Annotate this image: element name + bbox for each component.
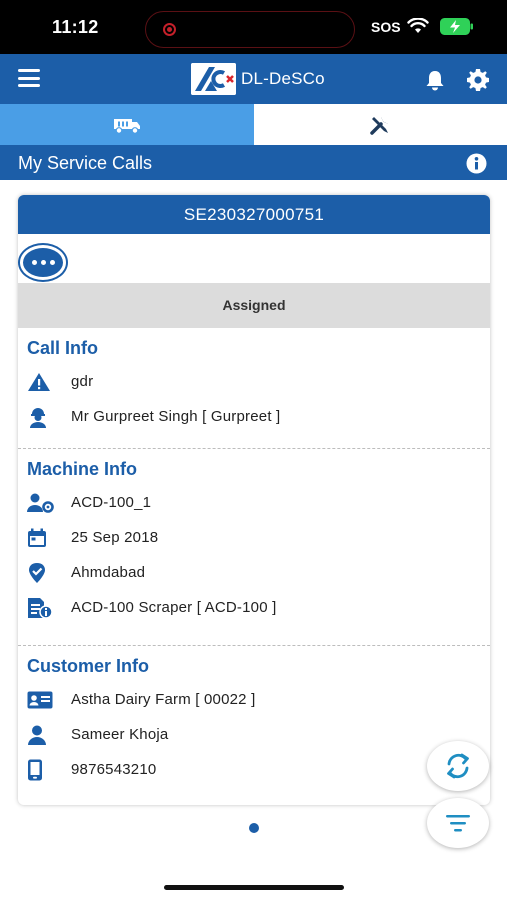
refresh-icon (447, 753, 469, 779)
machine-info-row: 25 Sep 2018 (27, 520, 490, 555)
document-info-icon (27, 597, 71, 619)
machine-info-row: ACD-100 Scraper [ ACD-100 ] (27, 590, 490, 625)
machine-info-title: Machine Info (27, 459, 138, 479)
machine-model: ACD-100 Scraper [ ACD-100 ] (71, 599, 277, 616)
contact-phone: 9876543210 (71, 761, 157, 778)
install-date: 25 Sep 2018 (71, 529, 159, 546)
calendar-icon (27, 527, 71, 549)
tab-bar (0, 104, 507, 145)
wifi-icon (407, 18, 429, 33)
app-header: DL-DeSCo (0, 54, 507, 104)
warning-icon (27, 371, 71, 393)
info-icon[interactable] (466, 153, 487, 174)
app-name: DL-DeSCo (241, 69, 325, 88)
filter-icon (446, 815, 470, 832)
truck-icon (113, 118, 140, 134)
status-time: 11:12 (52, 17, 99, 37)
hamburger-menu-icon[interactable] (18, 69, 40, 87)
home-indicator[interactable] (164, 885, 344, 890)
filter-button[interactable] (427, 798, 489, 848)
page-indicator-dot (249, 823, 259, 833)
id-card-icon (27, 689, 71, 711)
machine-info-section: Machine Info ACD-100_1 25 Sep 2018 Ahmda… (18, 449, 490, 646)
call-info-title: Call Info (27, 338, 98, 358)
contact-person: Sameer Khoja (71, 726, 169, 743)
dynamic-island (145, 11, 355, 48)
refresh-button[interactable] (427, 741, 489, 791)
mobile-icon (27, 759, 71, 781)
gear-icon[interactable] (466, 68, 490, 92)
call-info-section: Call Info gdr Mr Gurpreet Singh [ Gurpre… (18, 328, 490, 449)
tab-machines[interactable] (0, 104, 254, 145)
engineer-icon (27, 406, 71, 428)
person-icon (27, 724, 71, 746)
machine-info-row: ACD-100_1 (27, 485, 490, 520)
engineer-name: Mr Gurpreet Singh [ Gurpreet ] (71, 408, 281, 425)
customer-info-title: Customer Info (27, 656, 150, 676)
location-icon (27, 562, 71, 584)
page-title: My Service Calls (18, 153, 153, 173)
status-badge: Assigned (18, 283, 490, 328)
battery-charging-icon (440, 18, 473, 35)
machine-info-row: Ahmdabad (27, 555, 490, 590)
call-problem-text: gdr (71, 373, 94, 390)
more-horizontal-icon (23, 248, 63, 277)
tools-icon (370, 116, 389, 135)
app-logo: DL-DeSCo (191, 63, 325, 95)
call-info-row: Mr Gurpreet Singh [ Gurpreet ] (27, 399, 490, 434)
user-gear-icon (27, 492, 71, 514)
sos-label: SOS (371, 19, 401, 35)
customer-info-section: Customer Info Astha Dairy Farm [ 00022 ]… (18, 646, 490, 787)
bell-icon[interactable] (424, 69, 446, 91)
logo-mark-icon (191, 63, 236, 95)
service-call-card[interactable]: SE230327000751 Assigned Call Info gdr Mr… (18, 195, 490, 805)
customer-info-row: Sameer Khoja (27, 717, 490, 752)
section-header: My Service Calls (0, 145, 507, 180)
tab-service[interactable] (253, 104, 507, 145)
status-bar: 11:12 SOS (0, 0, 507, 54)
customer-name: Astha Dairy Farm [ 00022 ] (71, 691, 256, 708)
more-options-button[interactable] (18, 243, 68, 282)
customer-info-row: 9876543210 (27, 752, 490, 787)
recording-icon (163, 23, 176, 36)
machine-serial: ACD-100_1 (71, 494, 152, 511)
machine-location: Ahmdabad (71, 564, 146, 581)
customer-info-row: Astha Dairy Farm [ 00022 ] (27, 682, 490, 717)
actions-row (18, 234, 490, 283)
call-info-row: gdr (27, 364, 490, 399)
call-number: SE230327000751 (18, 195, 490, 234)
